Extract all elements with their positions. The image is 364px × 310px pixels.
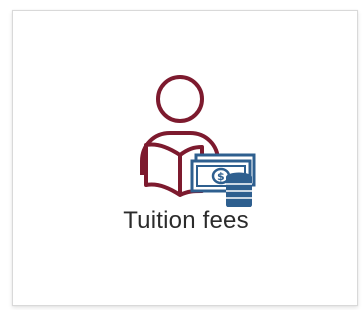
person-head-shape [156, 75, 204, 123]
tile-label: Tuition fees [123, 207, 249, 234]
svg-text:$: $ [217, 170, 225, 183]
student-book-money-icon: $ [126, 67, 256, 210]
tuition-fees-tile[interactable]: $ Tuition fees [12, 10, 358, 306]
page-canvas: $ Tuition fees [0, 0, 364, 310]
coin-stack-shape [226, 172, 252, 210]
